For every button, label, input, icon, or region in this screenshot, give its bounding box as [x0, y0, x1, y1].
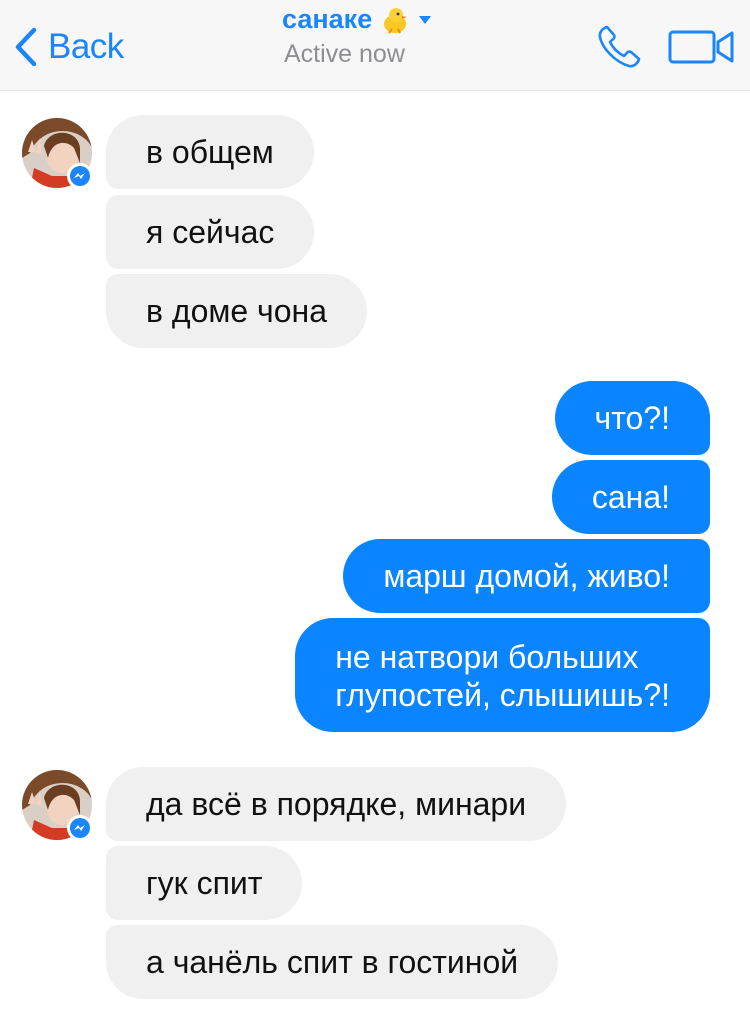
- caret-down-icon: [419, 15, 432, 24]
- phone-icon[interactable]: [596, 24, 642, 70]
- contact-avatar[interactable]: [22, 118, 93, 189]
- video-camera-icon[interactable]: [668, 28, 736, 66]
- back-button[interactable]: Back: [14, 22, 124, 72]
- outgoing-message[interactable]: что?!: [554, 381, 710, 455]
- incoming-message[interactable]: я сейчас: [106, 195, 315, 269]
- chevron-left-icon: [15, 27, 37, 67]
- contact-avatar[interactable]: [22, 770, 93, 841]
- incoming-message[interactable]: гук спит: [106, 846, 303, 920]
- outgoing-message[interactable]: марш домой, живо!: [343, 539, 710, 613]
- outgoing-message[interactable]: сана!: [551, 460, 710, 534]
- messenger-badge-icon: [67, 163, 93, 189]
- incoming-message[interactable]: в доме чона: [106, 274, 367, 348]
- chat-header: Back санаке Active now: [0, 0, 750, 91]
- back-label: Back: [48, 27, 124, 66]
- messenger-badge-icon: [67, 815, 93, 841]
- contact-title[interactable]: санаке: [282, 4, 432, 35]
- contact-name: санаке: [282, 4, 373, 34]
- chick-emoji-icon: [384, 7, 408, 34]
- active-status: Active now: [284, 40, 405, 68]
- incoming-message[interactable]: в общем: [106, 115, 314, 189]
- outgoing-message[interactable]: не натвори больших глупостей, слышишь?!: [295, 618, 710, 732]
- incoming-message[interactable]: да всё в порядке, минари: [106, 767, 567, 841]
- incoming-message[interactable]: а чанёль спит в гостиной: [106, 925, 559, 999]
